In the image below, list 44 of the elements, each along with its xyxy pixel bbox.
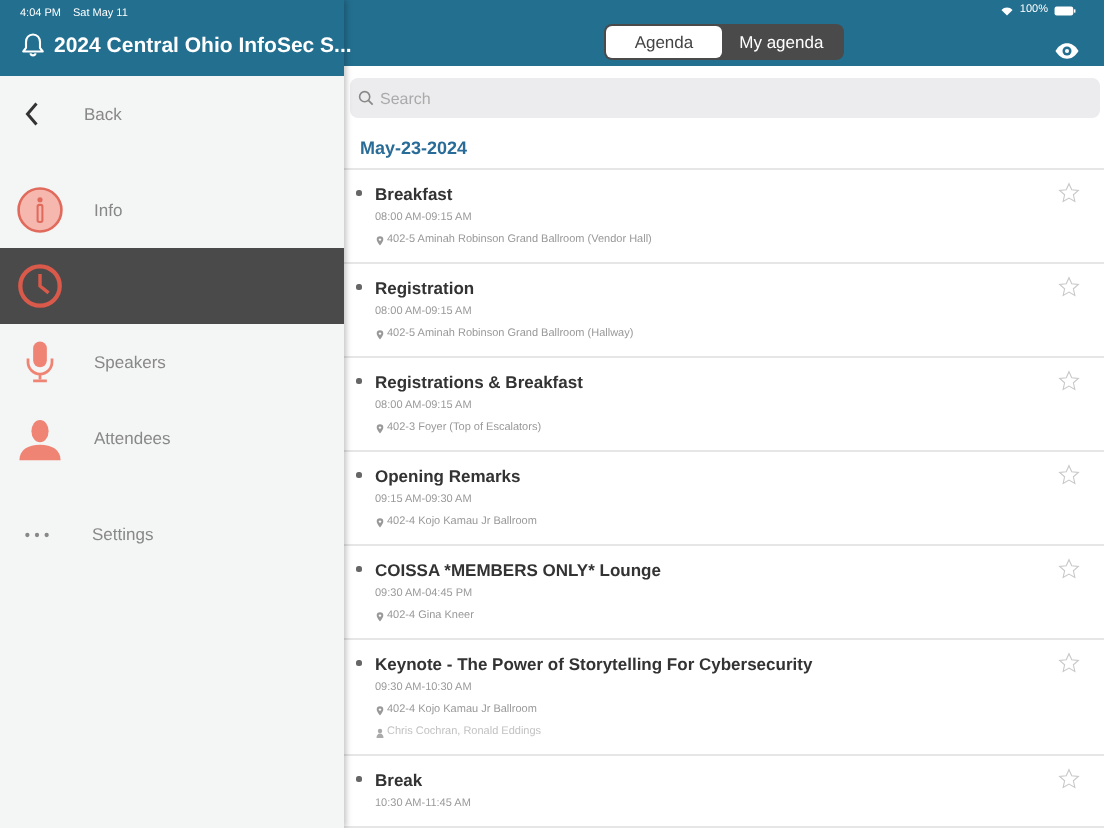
chevron-left-icon — [24, 102, 40, 126]
info-icon — [16, 186, 64, 234]
search-field[interactable]: Search — [350, 78, 1100, 119]
star-icon[interactable] — [1058, 768, 1080, 790]
location-pin-icon — [375, 236, 383, 246]
bullet-icon — [356, 776, 361, 781]
location-pin-icon — [375, 424, 383, 434]
location-pin-icon — [375, 706, 383, 716]
tab[interactable]: Agenda — [606, 26, 722, 59]
session-title: Breakfast — [375, 182, 455, 208]
star-icon[interactable] — [1058, 370, 1080, 392]
star-icon[interactable] — [1058, 652, 1080, 674]
search-icon — [358, 90, 374, 107]
star-icon[interactable] — [1058, 276, 1080, 298]
more-icon — [22, 527, 52, 541]
star-icon[interactable] — [1058, 464, 1080, 486]
star-icon[interactable] — [1058, 558, 1080, 580]
event-title: 2024 Central Ohio InfoSec S... — [54, 33, 352, 57]
wifi-icon — [999, 5, 1014, 15]
location-pin-icon — [375, 518, 383, 528]
location-pin-icon — [375, 330, 383, 340]
clock-icon — [16, 262, 64, 310]
date-heading: May-23-2024 — [344, 130, 1104, 170]
session-title: COISSA *MEMBERS ONLY* Lounge — [375, 558, 663, 584]
session-title: Registrations & Breakfast — [375, 370, 585, 396]
location-pin-icon — [375, 612, 383, 622]
bullet-icon — [356, 190, 361, 195]
session-title: Registration — [375, 276, 477, 302]
eye-icon[interactable] — [1054, 42, 1080, 60]
bullet-icon — [356, 660, 361, 665]
session-title: Opening Remarks — [375, 464, 523, 490]
person-icon — [375, 728, 383, 738]
tab[interactable]: My agenda — [721, 26, 842, 59]
battery-icon — [1054, 5, 1076, 15]
person-icon — [16, 414, 64, 462]
bullet-icon — [356, 378, 361, 383]
bullet-icon — [356, 472, 361, 477]
sidebar-item[interactable] — [0, 248, 344, 324]
bell-icon[interactable] — [20, 32, 46, 58]
bullet-icon — [356, 566, 361, 571]
bullet-icon — [356, 284, 361, 289]
session-title: Break — [375, 768, 425, 794]
star-icon[interactable] — [1058, 182, 1080, 204]
session-title: Keynote - The Power of Storytelling For Cybersecurity — [375, 652, 815, 678]
